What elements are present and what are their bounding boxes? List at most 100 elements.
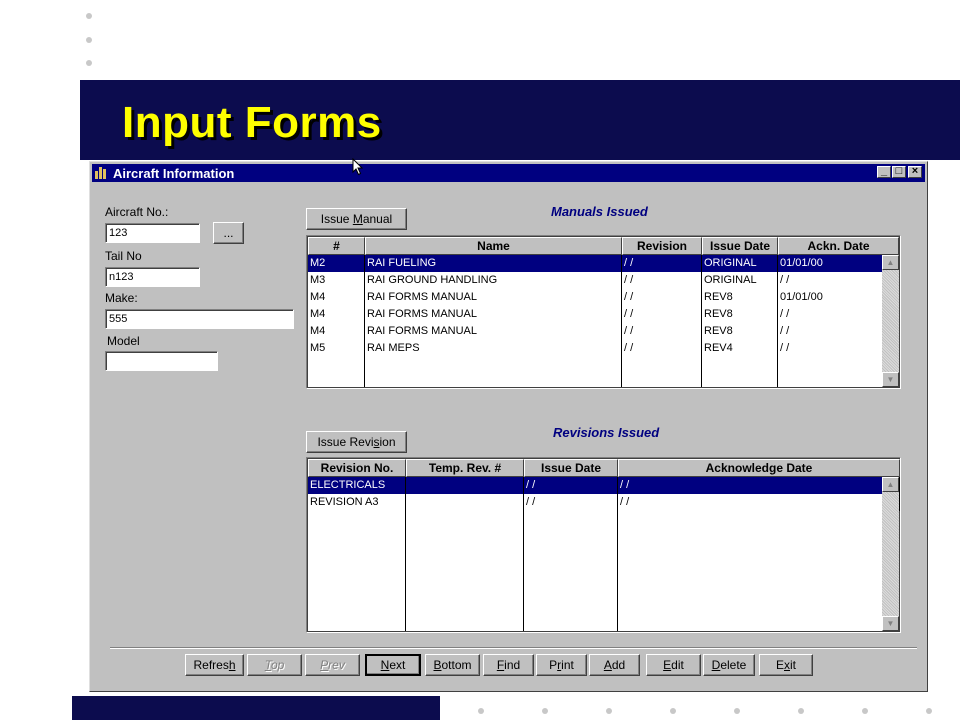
aircraft-no-label: Aircraft No.: (105, 205, 169, 219)
column-divider (405, 477, 406, 631)
table-cell: RAI GROUND HANDLING (365, 272, 622, 289)
table-cell (406, 494, 524, 511)
table-row[interactable]: M2 RAI FUELING / / ORIGINAL 01/01/00 (308, 255, 899, 272)
table-cell: RAI FORMS MANUAL (365, 323, 622, 340)
window-titlebar[interactable]: Aircraft Information _ □ × (92, 164, 925, 182)
column-divider (701, 255, 702, 387)
revisions-grid-header: Revision No. Temp. Rev. # Issue Date Acknow… (308, 459, 900, 477)
tail-no-input[interactable]: n123 (105, 267, 200, 287)
model-input[interactable] (105, 351, 218, 371)
decor-dot (670, 708, 676, 714)
column-header[interactable]: Name (365, 237, 622, 255)
scroll-down-arrow-icon[interactable]: ▼ (882, 616, 899, 631)
decor-dot (86, 13, 92, 19)
exit-button[interactable]: Exit (759, 654, 813, 676)
table-cell: REV8 (702, 289, 778, 306)
prev-button[interactable]: Prev (305, 654, 360, 676)
table-cell: / / (778, 323, 899, 340)
issue-manual-button[interactable]: Issue Manual (306, 208, 407, 230)
delete-button[interactable]: Delete (703, 654, 755, 676)
table-cell: REVISION A3 (308, 494, 406, 511)
maximize-button[interactable]: □ (892, 166, 906, 178)
model-label: Model (107, 334, 140, 348)
aircraft-lookup-button[interactable]: ... (213, 222, 244, 244)
find-button[interactable]: Find (483, 654, 534, 676)
column-divider (364, 255, 365, 387)
make-input[interactable]: 555 (105, 309, 294, 329)
app-icon (95, 167, 109, 179)
close-button[interactable]: × (908, 166, 922, 178)
table-row[interactable]: M4 RAI FORMS MANUAL / / REV8 / / (308, 306, 899, 323)
revisions-issued-title: Revisions Issued (553, 425, 660, 440)
table-cell: / / (622, 272, 702, 289)
column-divider (777, 255, 778, 387)
scroll-up-arrow-icon[interactable]: ▲ (882, 255, 899, 270)
table-cell: / / (778, 306, 899, 323)
column-header[interactable]: # (308, 237, 365, 255)
scroll-up-arrow-icon[interactable]: ▲ (882, 477, 899, 492)
slide-title: Input Forms (122, 98, 382, 147)
table-cell: / / (618, 477, 900, 494)
decor-dot (798, 708, 804, 714)
revisions-scrollbar[interactable]: ▲ ▼ (882, 477, 899, 631)
table-row[interactable]: M5 RAI MEPS / / REV4 / / (308, 340, 899, 357)
table-cell: RAI MEPS (365, 340, 622, 357)
table-cell: M3 (308, 272, 365, 289)
table-cell: REV8 (702, 306, 778, 323)
table-row[interactable]: ELECTRICALS / / / / (308, 477, 900, 494)
print-button[interactable]: Print (536, 654, 587, 676)
decor-dot (86, 37, 92, 43)
top-button[interactable]: Top (247, 654, 302, 676)
manuals-grid-body: M2 RAI FUELING / / ORIGINAL 01/01/00 M3 RAI G… (308, 255, 899, 357)
table-cell: / / (622, 289, 702, 306)
column-divider (523, 477, 524, 631)
table-cell: / / (524, 477, 618, 494)
window-title: Aircraft Information (113, 166, 235, 181)
column-header[interactable]: Issue Date (524, 459, 618, 477)
table-cell: REV8 (702, 323, 778, 340)
column-header[interactable]: Revision No. (308, 459, 406, 477)
table-cell: 01/01/00 (778, 289, 899, 306)
scroll-down-arrow-icon[interactable]: ▼ (882, 372, 899, 387)
table-cell: M4 (308, 323, 365, 340)
next-button[interactable]: Next (365, 654, 421, 676)
table-cell: / / (778, 272, 899, 289)
manuals-grid[interactable]: # Name Revision Issue Date Ackn. Date M2 RAI … (306, 235, 901, 389)
column-divider (621, 255, 622, 387)
column-header[interactable]: Revision (622, 237, 702, 255)
table-cell: REV4 (702, 340, 778, 357)
toolbar-separator (110, 647, 917, 649)
column-divider (617, 477, 618, 631)
minimize-button[interactable]: _ (877, 166, 891, 178)
aircraft-no-input[interactable]: 123 (105, 223, 200, 243)
table-cell: RAI FUELING (365, 255, 622, 272)
table-row[interactable]: REVISION A3 / / / / (308, 494, 900, 511)
table-row[interactable]: M4 RAI FORMS MANUAL / / REV8 / / (308, 323, 899, 340)
table-cell: RAI FORMS MANUAL (365, 289, 622, 306)
column-header[interactable]: Temp. Rev. # (406, 459, 524, 477)
revisions-grid[interactable]: Revision No. Temp. Rev. # Issue Date Acknow… (306, 457, 901, 633)
issue-revision-button[interactable]: Issue Revision (306, 431, 407, 453)
table-row[interactable]: M4 RAI FORMS MANUAL / / REV8 01/01/00 (308, 289, 899, 306)
add-button[interactable]: Add (589, 654, 640, 676)
table-cell: ORIGINAL (702, 272, 778, 289)
manuals-scrollbar[interactable]: ▲ ▼ (882, 255, 899, 387)
bottom-button[interactable]: Bottom (425, 654, 480, 676)
column-header[interactable]: Ackn. Date (778, 237, 899, 255)
column-header[interactable]: Acknowledge Date (618, 459, 900, 477)
table-cell: / / (618, 494, 900, 511)
edit-button[interactable]: Edit (646, 654, 701, 676)
refresh-button[interactable]: Refresh (185, 654, 244, 676)
table-cell: RAI FORMS MANUAL (365, 306, 622, 323)
revisions-grid-body: ELECTRICALS / / / / REVISION A3 / / / / (308, 477, 900, 511)
table-cell: / / (622, 340, 702, 357)
make-label: Make: (105, 291, 138, 305)
table-cell: M4 (308, 289, 365, 306)
table-cell: M2 (308, 255, 365, 272)
footer-bar (72, 696, 440, 720)
table-cell: M4 (308, 306, 365, 323)
table-row[interactable]: M3 RAI GROUND HANDLING / / ORIGINAL / / (308, 272, 899, 289)
decor-dot (478, 708, 484, 714)
column-header[interactable]: Issue Date (702, 237, 778, 255)
manuals-grid-header: # Name Revision Issue Date Ackn. Date (308, 237, 899, 255)
